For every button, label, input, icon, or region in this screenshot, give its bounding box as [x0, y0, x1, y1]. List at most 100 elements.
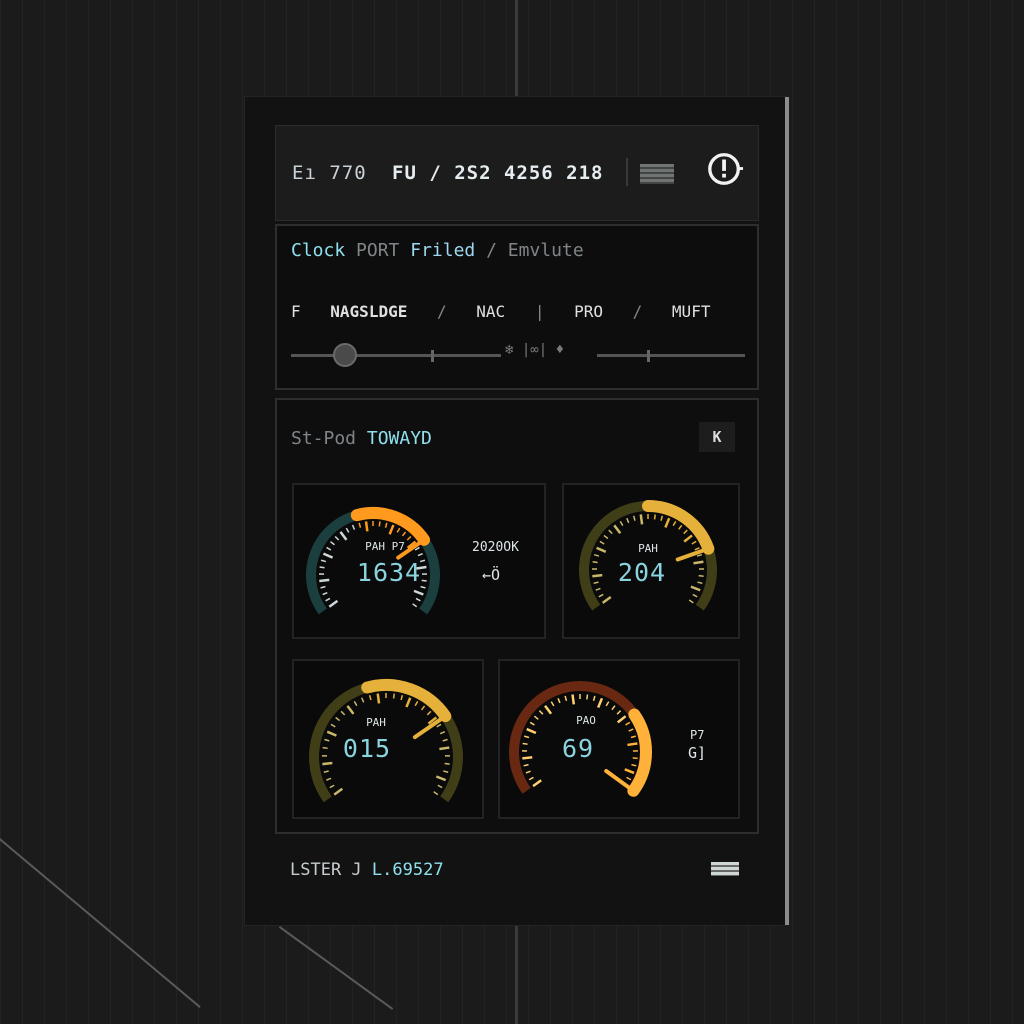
gauge-tick [595, 587, 601, 591]
gauge-tick [322, 592, 328, 596]
gauge-tick [368, 694, 372, 701]
gauge-tick [328, 599, 339, 608]
tab-nagsldge[interactable]: NAGSLDGE [330, 302, 407, 321]
slider-tick [431, 350, 434, 362]
breadcrumb-port[interactable]: PORT [356, 240, 399, 261]
breadcrumb-separator: / [486, 240, 497, 261]
gauge-tick [550, 701, 555, 707]
footer-menu-icon[interactable] [711, 862, 739, 876]
gauge-tick [319, 578, 330, 583]
gauge-tick [353, 701, 358, 707]
gauge-tick [414, 701, 419, 707]
gauge-tick [586, 694, 589, 700]
gauge-tick [333, 787, 344, 796]
gauge-tick [632, 515, 636, 521]
gauge-tick [325, 597, 331, 602]
gauge-panel-title: St-Pod TOWAYD [291, 428, 432, 449]
gauge-tick [688, 599, 694, 604]
gauge-tick [326, 777, 332, 781]
gauge-tick [412, 603, 418, 608]
gauge-tick [443, 770, 449, 773]
footer-label-prefix: LSTER J [290, 860, 362, 880]
slider-handle[interactable] [333, 343, 357, 367]
gauge-tick [320, 585, 326, 589]
gauge-tick [351, 524, 356, 530]
header-divider [626, 158, 628, 186]
gauge-tick [611, 705, 616, 711]
footer-status: LSTER J L.69527 [290, 860, 444, 880]
breadcrumb: Clock PORT Friled / Emvlute [291, 240, 584, 261]
tab-pro[interactable]: PRO [574, 302, 603, 321]
header-code: Eı 770 [292, 162, 367, 184]
slider-center-controls[interactable]: ❄ |∞| ♦ [505, 342, 564, 358]
gauge-3-label: PAH [366, 716, 386, 729]
slider-track-right[interactable] [597, 354, 745, 357]
breadcrumb-clock[interactable]: Clock [291, 240, 345, 261]
background-diagonal [0, 838, 201, 1008]
gauge-tick [413, 589, 424, 596]
gauge-tick [628, 728, 634, 732]
gauge-tick [442, 738, 448, 742]
tab-muft[interactable]: MUFT [672, 302, 711, 321]
gauge-tick [436, 723, 442, 728]
gauge-tick [557, 698, 561, 704]
gauge-tick [340, 710, 346, 716]
gauge-tick [330, 541, 335, 546]
gauge-tick [339, 531, 348, 541]
gauge-panel-badge[interactable]: K [699, 422, 735, 452]
gauge-tick [571, 694, 576, 705]
gauge-tick [597, 697, 604, 709]
breadcrumb-friled[interactable]: Friled [410, 240, 475, 261]
gauge-tick [401, 531, 407, 537]
gauge-tick [322, 761, 333, 766]
gauge-tick [639, 514, 644, 525]
tab-nac[interactable]: NAC [476, 302, 505, 321]
menu-icon[interactable] [640, 164, 674, 184]
tab-f[interactable]: F [291, 302, 301, 321]
gauge-1-value: 1634 [356, 558, 422, 587]
gauge-tick [613, 524, 622, 535]
gauge-tick [692, 593, 698, 598]
gauge-4-side-sub: G] [688, 744, 707, 762]
gauge-tick [376, 693, 381, 704]
gauge-tick [400, 694, 404, 701]
gauge-tick [626, 517, 630, 524]
gauge-tick [605, 701, 610, 707]
gauge-tick [690, 585, 701, 592]
gauge-tick [433, 791, 439, 796]
gauge-tick [444, 762, 450, 765]
breadcrumb-emvlute[interactable]: Emvlute [508, 240, 584, 261]
gauge-tick [346, 705, 355, 715]
gauge-tick [678, 524, 683, 530]
tab-separator: | [534, 302, 545, 321]
background-line [515, 925, 518, 1024]
gauge-tick [619, 520, 624, 527]
gauge-tick [601, 596, 612, 604]
gauge-tick [345, 527, 350, 533]
gauge-tick [525, 770, 531, 774]
header-bar: Eı 770 FU / 2S2 4256 218 [275, 125, 759, 221]
gauge-4-side-readout: P7 [690, 728, 705, 742]
gauge-tick [683, 534, 693, 543]
alert-power-icon[interactable] [706, 150, 744, 188]
gauge-2-label: PAH [638, 542, 658, 555]
gauge-panel-title-prefix: St-Pod [291, 428, 357, 449]
gauge-4-value: 69 [561, 734, 595, 763]
slider-track-left[interactable] [291, 354, 501, 357]
gauge-tick [437, 784, 443, 789]
gauge-tick [660, 515, 664, 521]
gauge-tick [631, 763, 637, 767]
gauge-tick [439, 731, 446, 735]
gauge-tick [320, 559, 327, 563]
gauge-tick [417, 552, 423, 557]
gauge-4-label: PAO [576, 714, 596, 727]
footer-label-value: L.69527 [371, 860, 444, 880]
tab-separator: / [436, 302, 447, 321]
gauge-tick [528, 776, 534, 781]
gauge-tick [653, 514, 656, 520]
gauge-tick [544, 704, 553, 715]
gauge-1-side-sub: ←Ö [482, 566, 501, 584]
gauge-needle [604, 769, 633, 791]
gauge-tick [683, 529, 688, 535]
gauge-2-value: 204 [617, 558, 667, 587]
